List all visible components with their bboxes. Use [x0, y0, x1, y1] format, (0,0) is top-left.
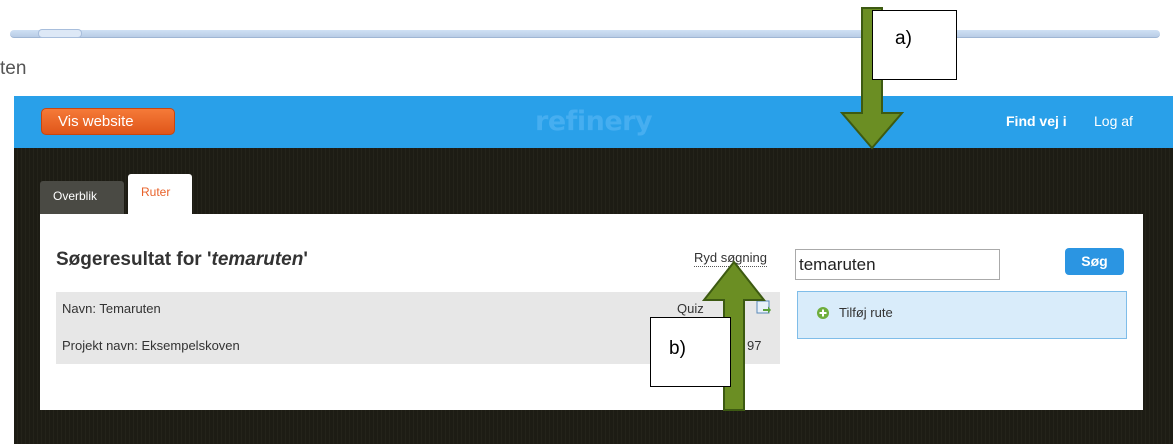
annotation-arrows [701, 7, 905, 411]
annotation-a: a) [872, 10, 957, 80]
screenshot: ten Vis website refinery Find vej i Log … [0, 0, 1173, 444]
annotation-b: b) [650, 317, 731, 387]
